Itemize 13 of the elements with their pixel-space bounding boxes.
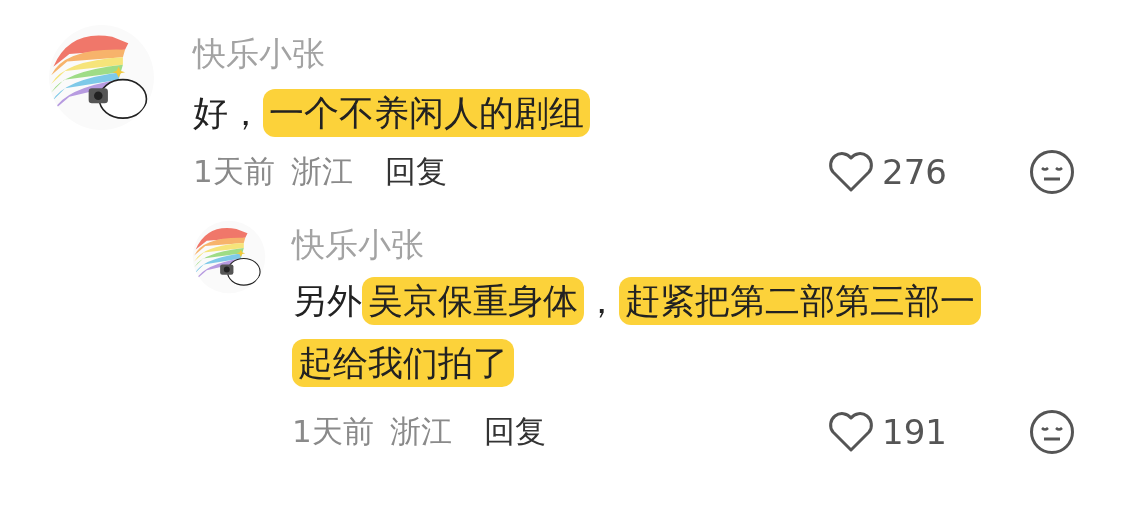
like-count: 276 [882, 152, 947, 192]
like-count: 191 [882, 412, 947, 452]
heart-icon[interactable] [828, 151, 875, 193]
reply-link[interactable]: 回复 [483, 411, 546, 453]
reply-link[interactable]: 回复 [384, 151, 447, 193]
face-icon[interactable] [1029, 149, 1075, 195]
location: 浙江 [290, 152, 353, 191]
timestamp: 1天前 [292, 412, 374, 451]
timestamp: 1天前 [193, 152, 275, 191]
comment-text: 好， 一个不养闲人的剧组 [193, 82, 893, 144]
location: 浙江 [389, 412, 452, 451]
face-icon[interactable] [1029, 409, 1075, 455]
heart-icon[interactable] [828, 411, 875, 453]
